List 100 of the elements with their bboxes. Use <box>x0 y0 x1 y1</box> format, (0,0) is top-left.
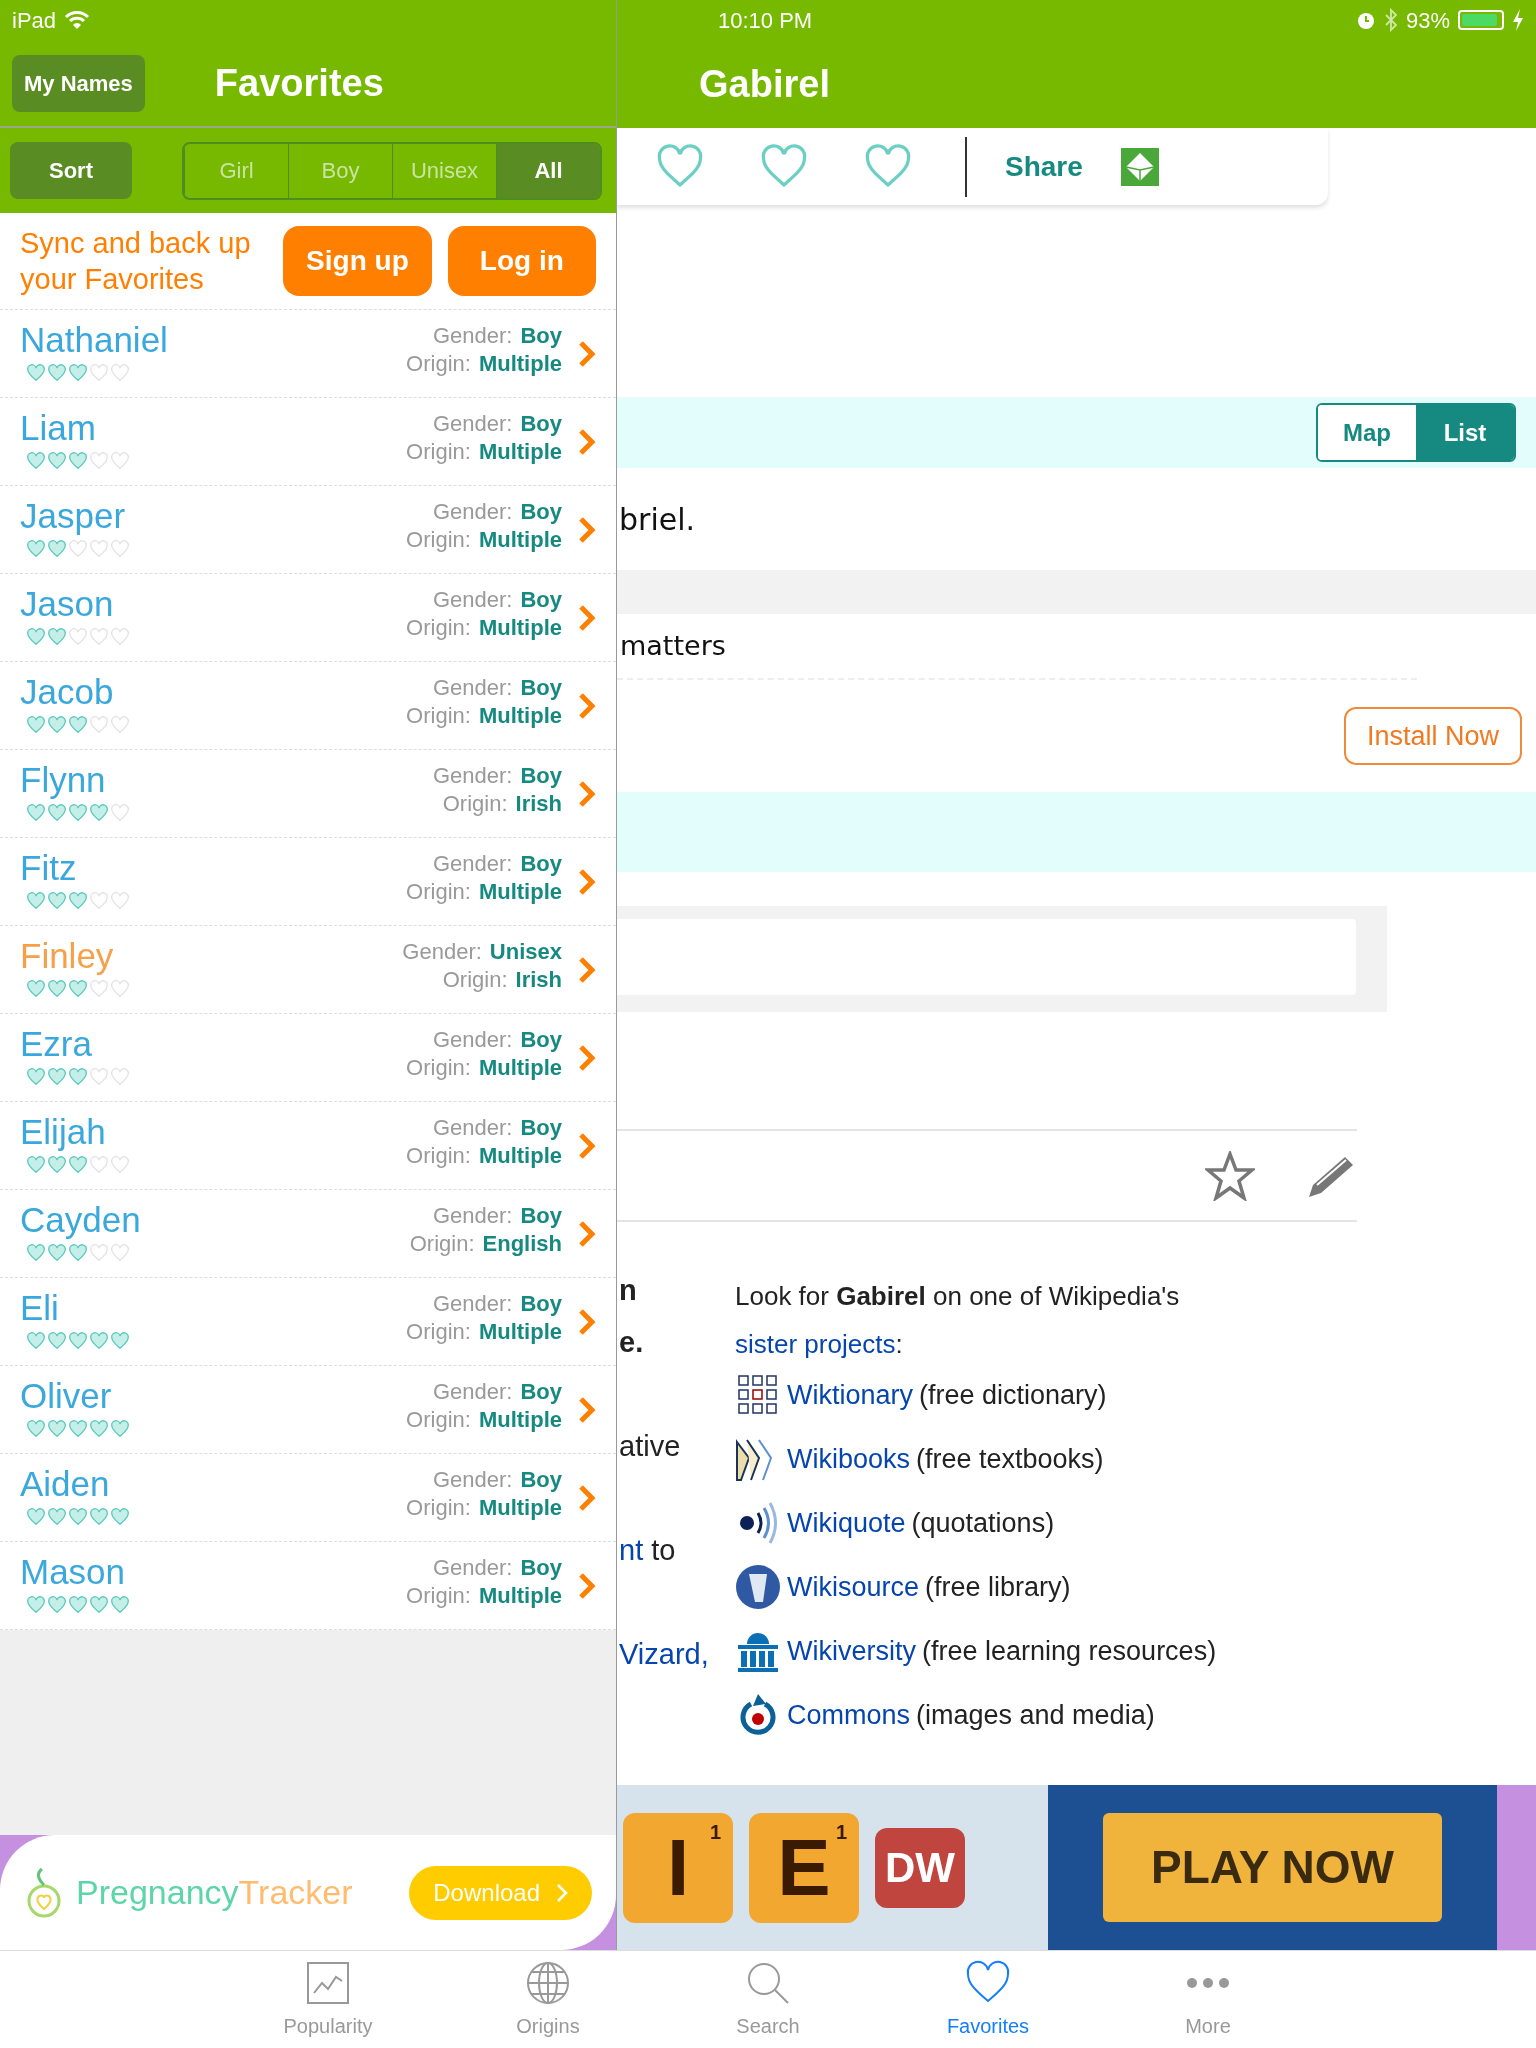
text-fragment: ative <box>619 1430 681 1462</box>
heart-icon <box>110 980 130 998</box>
name-list-row[interactable]: Finley Gender: Unisex Origin: Irish <box>0 926 616 1014</box>
tab-bar-item[interactable]: More <box>1098 1951 1318 2048</box>
origin-label: Origin: <box>406 878 471 906</box>
name-list-row[interactable]: Eli Gender: Boy Origin: Multiple <box>0 1278 616 1366</box>
gender-value: Boy <box>520 762 562 790</box>
gender-label: Gender: <box>432 850 513 878</box>
gender-value: Unisex <box>489 938 562 966</box>
diamond-envelope-icon <box>1120 147 1159 186</box>
name-list-row[interactable]: Cayden Gender: Boy Origin: English <box>0 1190 616 1278</box>
origin-label: Origin: <box>406 350 471 378</box>
ad-brand-name: PregnancyTracker <box>76 1872 353 1913</box>
project-link[interactable]: Wiktionary <box>787 1374 914 1416</box>
heart-icon <box>110 364 130 382</box>
view-toggle-tab[interactable]: Map <box>1318 405 1416 460</box>
name-list-row[interactable]: Jasper Gender: Boy Origin: Multiple <box>0 486 616 574</box>
link-fragment[interactable]: nt <box>619 1534 644 1566</box>
name-list-row[interactable]: Oliver Gender: Boy Origin: Multiple <box>0 1366 616 1454</box>
heart-icon <box>47 804 67 822</box>
chevron-icon <box>556 1882 568 1903</box>
heart-rating-button[interactable] <box>863 144 913 189</box>
origin-value: Multiple <box>478 1318 562 1346</box>
text-field[interactable] <box>617 919 1356 995</box>
name-title: Gabirel <box>699 61 830 107</box>
gender-value: Boy <box>520 1554 562 1582</box>
heart-icon <box>47 1420 67 1438</box>
origin-label: Origin: <box>409 1230 475 1258</box>
install-now-button[interactable]: Install Now <box>1344 707 1522 765</box>
origin-label: Origin: <box>406 1054 471 1082</box>
origin-value: Multiple <box>478 526 562 554</box>
gender-value: Boy <box>520 498 562 526</box>
heart-icon <box>110 1332 130 1350</box>
name-list-row[interactable]: Fitz Gender: Boy Origin: Multiple <box>0 838 616 926</box>
view-toggle-tab[interactable]: List <box>1416 405 1514 460</box>
chevron-icon <box>578 692 596 720</box>
gender-label: Gender: <box>432 1202 513 1230</box>
name-list-row[interactable]: Nathaniel Gender: Boy Origin: Multiple <box>0 310 616 398</box>
origin-value: Multiple <box>478 1582 562 1610</box>
chevron-icon <box>578 868 596 896</box>
name-list-row[interactable]: Ezra Gender: Boy Origin: Multiple <box>0 1014 616 1102</box>
project-link[interactable]: Commons <box>787 1694 911 1736</box>
heart-icon <box>89 1244 109 1262</box>
origin-label: Origin: <box>406 702 471 730</box>
sister-projects-link[interactable]: projects <box>804 1329 896 1359</box>
sister-projects-link[interactable]: sister <box>735 1329 805 1359</box>
charging-bolt-icon <box>1512 9 1524 31</box>
gender-label: Gender: <box>432 1026 513 1054</box>
name-list-row[interactable]: Flynn Gender: Boy Origin: Irish <box>0 750 616 838</box>
heart-icon <box>47 540 67 558</box>
gender-value: Boy <box>520 322 562 350</box>
name-list-row[interactable]: Aiden Gender: Boy Origin: Multiple <box>0 1454 616 1542</box>
tab-bar-item[interactable]: Search <box>658 1951 878 2048</box>
heart-icon <box>89 980 109 998</box>
gender-filter-tab[interactable]: All <box>496 143 600 198</box>
origin-label: Origin: <box>406 438 471 466</box>
sidebar-title: Favorites <box>214 60 384 106</box>
project-description: (free dictionary) <box>919 1378 1107 1412</box>
heart-icon <box>110 452 130 470</box>
log-in-button[interactable]: Log in <box>447 226 596 296</box>
chevron-icon <box>578 956 596 984</box>
tab-bar-item[interactable]: Favorites <box>878 1951 1098 2048</box>
project-link[interactable]: Wikibooks <box>787 1438 911 1480</box>
name-list-row[interactable]: Liam Gender: Boy Origin: Multiple <box>0 398 616 486</box>
gender-label: Gender: <box>432 1378 513 1406</box>
baby-name: Fitz <box>20 848 78 888</box>
heart-rating-button[interactable] <box>655 144 705 189</box>
link-fragment[interactable]: Vizard, <box>619 1638 709 1670</box>
origin-value: English <box>482 1230 562 1258</box>
name-list-row[interactable]: Jacob Gender: Boy Origin: Multiple <box>0 662 616 750</box>
heart-icon <box>68 1244 88 1262</box>
name-list-row[interactable]: Elijah Gender: Boy Origin: Multiple <box>0 1102 616 1190</box>
name-list-row[interactable]: Mason Gender: Boy Origin: Multiple <box>0 1542 616 1630</box>
heart-icon <box>110 540 130 558</box>
origin-value: Multiple <box>478 1054 562 1082</box>
name-list-row[interactable]: Jason Gender: Boy Origin: Multiple <box>0 574 616 662</box>
project-link[interactable]: Wikisource <box>787 1566 920 1608</box>
sort-button[interactable]: Sort <box>10 142 132 199</box>
project-description: (free textbooks) <box>916 1442 1104 1476</box>
heart-icon <box>110 1068 130 1086</box>
star-icon[interactable] <box>1205 1150 1255 1201</box>
chevron-icon <box>578 1572 596 1600</box>
gender-value: Boy <box>520 1114 562 1142</box>
heart-icon <box>89 1332 109 1350</box>
tab-bar-item[interactable]: Origins <box>438 1951 658 2048</box>
heart-icon <box>26 628 46 646</box>
project-link[interactable]: Wikiquote <box>787 1502 906 1544</box>
share-button[interactable]: Share <box>1005 145 1083 188</box>
sign-up-button[interactable]: Sign up <box>283 226 432 296</box>
tab-bar-item[interactable]: Popularity <box>218 1951 438 2048</box>
play-now-button[interactable]: PLAY NOW <box>1103 1813 1442 1922</box>
heart-icon <box>26 892 46 910</box>
heart-rating-button[interactable] <box>759 144 809 189</box>
origin-label: Origin: <box>406 1582 471 1610</box>
status-time: 10:10 PM <box>718 6 813 35</box>
chevron-icon <box>578 1308 596 1336</box>
gender-label: Gender: <box>402 938 482 966</box>
heart-icon <box>89 540 109 558</box>
project-link[interactable]: Wikiversity <box>787 1630 916 1672</box>
my-names-button[interactable]: My Names <box>12 54 145 112</box>
